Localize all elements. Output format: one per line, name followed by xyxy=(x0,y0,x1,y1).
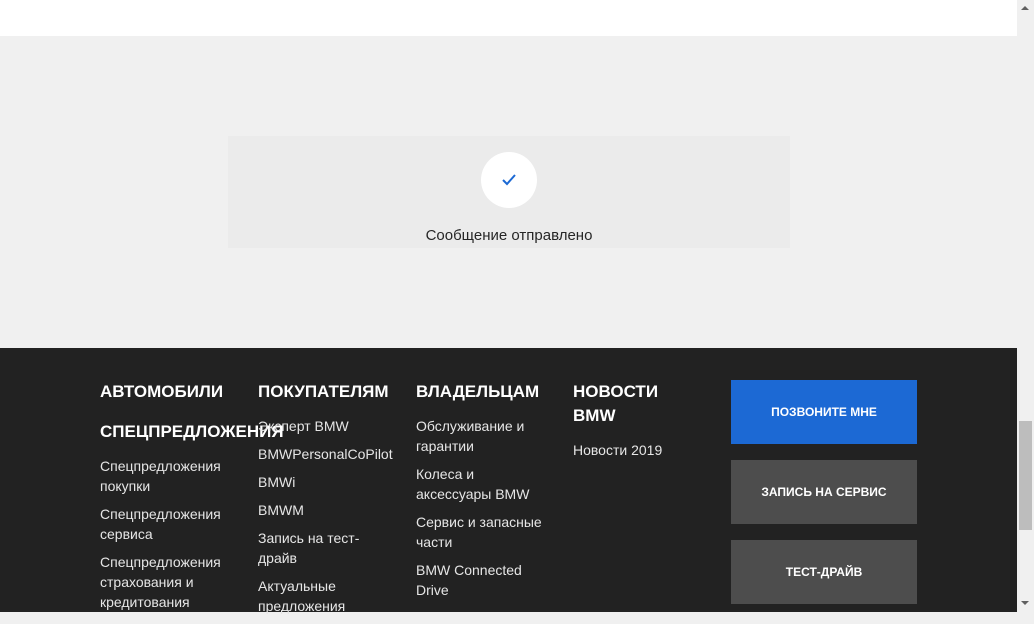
footer-column-buyers: ПОКУПАТЕЛЯМ Эксперт BMW BMWPersonalCoPil… xyxy=(258,380,398,624)
footer: АВТОМОБИЛИ СПЕЦПРЕДЛОЖЕНИЯ Спецпредложен… xyxy=(0,348,1017,614)
footer-link[interactable]: Сервис и запасные части xyxy=(416,512,556,552)
check-icon xyxy=(481,152,537,208)
footer-link[interactable]: BMWPersonalCoPilot xyxy=(258,444,398,464)
footer-link[interactable]: Спецпредложения сервиса xyxy=(100,504,240,544)
footer-link[interactable]: Колеса и аксессуары BMW xyxy=(416,464,536,504)
footer-subheading[interactable]: СПЕЦПРЕДЛОЖЕНИЯ xyxy=(100,420,284,444)
footer-link[interactable]: Обслуживание и гарантии xyxy=(416,416,531,456)
success-message-box: Сообщение отправлено xyxy=(228,136,790,248)
footer-link[interactable]: BMWM xyxy=(258,500,398,520)
scroll-up-arrow-icon[interactable] xyxy=(1021,6,1029,10)
message-section: Сообщение отправлено xyxy=(0,36,1017,348)
footer-heading[interactable]: ПОКУПАТЕЛЯМ xyxy=(258,380,398,404)
footer-link[interactable]: Запись на тест-драйв xyxy=(258,528,368,568)
footer-link[interactable]: BMW Connected Drive xyxy=(416,560,531,600)
call-me-button[interactable]: ПОЗВОНИТЕ МНЕ xyxy=(731,380,917,444)
footer-link[interactable]: Спецпредложения покупки xyxy=(100,456,240,496)
footer-link[interactable]: Актуальные предложения xyxy=(258,576,358,616)
footer-link[interactable]: Эксперт BMW xyxy=(258,416,398,436)
success-message-text: Сообщение отправлено xyxy=(425,227,593,244)
vertical-scrollbar[interactable] xyxy=(1017,0,1034,612)
scrollbar-thumb[interactable] xyxy=(1019,421,1032,530)
footer-link[interactable]: Новости 2019 xyxy=(573,440,683,460)
footer-heading[interactable]: НОВОСТИ BMW xyxy=(573,380,683,428)
footer-column-owners: ВЛАДЕЛЬЦАМ Обслуживание и гарантии Колес… xyxy=(416,380,556,608)
footer-heading[interactable]: АВТОМОБИЛИ xyxy=(100,380,240,404)
footer-column-cars: АВТОМОБИЛИ СПЕЦПРЕДЛОЖЕНИЯ Спецпредложен… xyxy=(100,380,284,620)
service-booking-button[interactable]: ЗАПИСЬ НА СЕРВИС xyxy=(731,460,917,524)
scroll-down-arrow-icon[interactable] xyxy=(1021,601,1029,605)
footer-link[interactable]: Спецпредложения страхования и кредитован… xyxy=(100,552,240,612)
test-drive-button[interactable]: ТЕСТ-ДРАЙВ xyxy=(731,540,917,604)
footer-heading[interactable]: ВЛАДЕЛЬЦАМ xyxy=(416,380,556,404)
top-white-band xyxy=(0,0,1017,36)
footer-column-news: НОВОСТИ BMW Новости 2019 xyxy=(573,380,683,468)
footer-link[interactable]: BMWi xyxy=(258,472,398,492)
